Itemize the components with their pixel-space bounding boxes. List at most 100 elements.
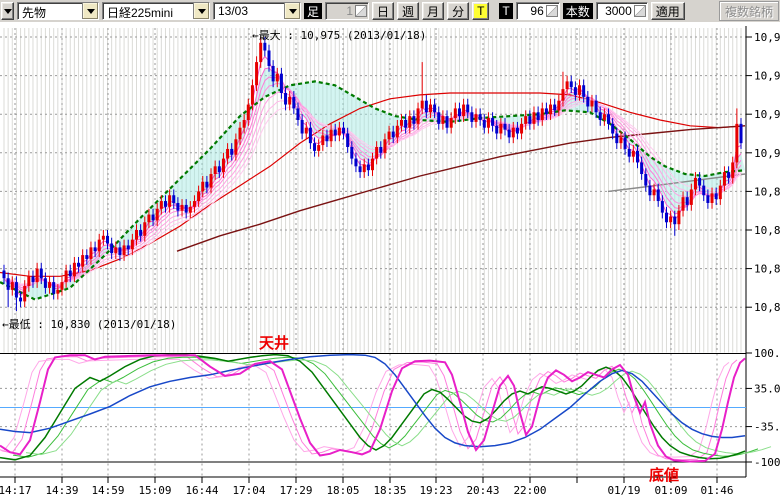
combo-arrow-partial[interactable] <box>1 2 14 20</box>
candle-body <box>201 182 204 192</box>
candle-body <box>694 178 697 190</box>
candle-body <box>301 120 304 134</box>
candle-body <box>516 128 519 134</box>
candle-body <box>433 105 436 113</box>
candle-body <box>263 43 266 51</box>
candle-body <box>686 197 689 205</box>
candle-body <box>599 112 602 120</box>
time-axis-label: 01/19 <box>607 484 640 497</box>
period-minute-button[interactable]: 分 <box>447 2 469 20</box>
minute-stepper[interactable]: 1 <box>325 2 369 20</box>
oscillator-axis-label: -100.00 <box>754 456 780 469</box>
candle-body <box>698 178 701 186</box>
candle-body <box>412 116 415 124</box>
candle-body <box>147 215 150 223</box>
candle-body <box>636 151 639 163</box>
contract-combo[interactable]: 13/03 <box>213 2 301 20</box>
candle-body <box>243 120 246 128</box>
candle-body <box>11 282 14 290</box>
candle-body <box>259 43 262 62</box>
candle-body <box>102 236 105 240</box>
honsu-label: 本数 <box>563 3 593 19</box>
candle-body <box>690 189 693 204</box>
category-value: 先物 <box>18 3 82 19</box>
candle-body <box>98 240 101 252</box>
candle-body <box>479 114 482 120</box>
candle-body <box>532 112 535 124</box>
candle-body <box>230 149 233 155</box>
time-axis-label: 01:46 <box>700 484 733 497</box>
candle-body <box>504 124 507 130</box>
candle-body <box>586 97 589 107</box>
candle-body <box>106 236 109 244</box>
candle-body <box>176 203 179 211</box>
candle-body <box>388 132 391 140</box>
multi-symbol-button[interactable]: 複数銘柄 <box>719 1 779 21</box>
candle-body <box>127 245 130 249</box>
candle-body <box>706 195 709 203</box>
ceiling-annotation: 天井 <box>259 334 289 352</box>
price-axis-label: 10,875 <box>754 224 780 237</box>
candle-body <box>421 101 424 109</box>
candle-body <box>379 147 382 153</box>
oscillator-axis-label: 35.00 <box>754 382 780 395</box>
minute-value: 1 <box>329 4 355 18</box>
apply-button[interactable]: 適用 <box>651 2 685 20</box>
candle-body <box>164 201 167 207</box>
candle-body <box>731 162 734 177</box>
price-axis-label: 10,835 <box>754 301 780 314</box>
price-axis-label: 10,975 <box>754 31 780 44</box>
period-week-button[interactable]: 週 <box>397 2 419 20</box>
candle-body <box>512 128 515 138</box>
period-day-button[interactable]: 日 <box>372 2 394 20</box>
candle-body <box>31 276 34 282</box>
bar-count-stepper[interactable]: 3000 <box>596 2 648 20</box>
candle-body <box>27 276 30 286</box>
candle-body <box>276 74 279 82</box>
candle-body <box>239 128 242 140</box>
category-combo[interactable]: 先物 <box>17 2 99 20</box>
candle-body <box>541 108 544 120</box>
candle-body <box>383 139 386 153</box>
candle-body <box>727 172 730 178</box>
chart-canvas[interactable]: 10,97510,95510,93510,91510,89510,87510,8… <box>0 22 780 501</box>
candle-body <box>441 116 444 124</box>
symbol-combo[interactable]: 日経225mini <box>102 2 210 20</box>
candle-body <box>607 114 610 124</box>
candle-body <box>40 269 43 279</box>
candle-body <box>458 108 461 116</box>
candle-body <box>89 247 92 259</box>
chart-app-window: 先物 日経225mini 13/03 足 1 日 週 月 分 T T 96 本数… <box>0 0 780 501</box>
candle-body <box>189 207 192 213</box>
price-axis-label: 10,955 <box>754 70 780 83</box>
spinner-icon[interactable] <box>634 5 646 17</box>
candle-body <box>60 282 63 290</box>
candle-body <box>665 213 668 223</box>
candle-body <box>367 164 370 170</box>
candle-body <box>305 128 308 134</box>
chevron-down-icon[interactable] <box>284 3 300 19</box>
candle-body <box>487 118 490 128</box>
candle-body <box>553 105 556 111</box>
price-axis-label: 10,915 <box>754 147 780 160</box>
candle-body <box>528 116 531 124</box>
candle-body <box>740 124 743 143</box>
spinner-icon[interactable] <box>546 5 558 17</box>
tick-mode-button[interactable]: T <box>472 2 489 20</box>
candle-body <box>462 105 465 117</box>
candle-body <box>292 97 295 109</box>
candle-body <box>483 120 486 128</box>
candle-body <box>475 114 478 122</box>
tick-count-stepper[interactable]: 96 <box>516 2 560 20</box>
candle-body <box>561 89 564 101</box>
spinner-icon[interactable] <box>355 5 367 17</box>
period-month-button[interactable]: 月 <box>422 2 444 20</box>
chevron-down-icon[interactable] <box>82 3 98 19</box>
candle-body <box>619 137 622 143</box>
chevron-down-icon[interactable] <box>193 3 209 19</box>
candle-body <box>218 166 221 172</box>
candle-body <box>226 149 229 159</box>
candle-body <box>123 245 126 255</box>
candle-body <box>371 159 374 171</box>
chart-area[interactable]: 10,97510,95510,93510,91510,89510,87510,8… <box>0 22 780 501</box>
